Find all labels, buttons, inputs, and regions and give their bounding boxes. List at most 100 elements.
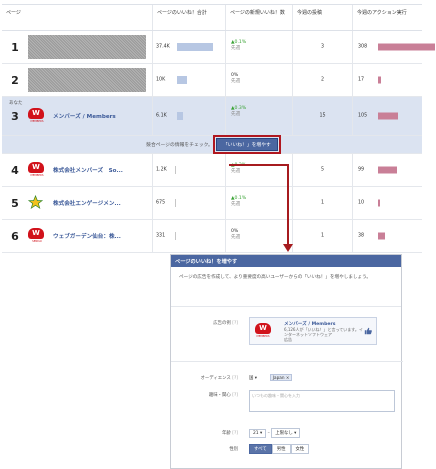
gender-label: 性別: [229, 447, 238, 452]
help-icon: [?]: [232, 393, 238, 398]
actions-value: 10: [358, 200, 365, 206]
page-cell: 2: [2, 64, 152, 96]
total-likes-value: 331: [156, 233, 166, 239]
dialog-description: ページの広告を作成して、より重要度の高いユーザーからの「いいね！」を増やしましょ…: [171, 267, 401, 307]
actions-cell: 308: [352, 31, 435, 63]
page-name-link[interactable]: 株式会社メンバーズ So...: [53, 166, 123, 174]
engagement-logo: [27, 194, 46, 211]
posts-value: 5: [320, 167, 325, 173]
members-logo: W SENDAI: [28, 228, 46, 244]
gender-female-button[interactable]: 女性: [290, 444, 310, 454]
callout-arrow-line: [229, 164, 289, 166]
table-row[interactable]: 5 株式会社エンゲージメン... 675 ▲0.1% 先週 1 10: [2, 187, 422, 220]
new-likes-delta: 0% 先週: [231, 229, 241, 240]
header-posts: 今週の投稿: [292, 5, 352, 30]
table-header: ページ ページのいいね！合計 ページの新規いいね！数 今週の投稿 今週のアクショ…: [2, 5, 422, 31]
gender-male-button[interactable]: 男性: [271, 444, 291, 454]
total-likes-value: 6.1K: [156, 113, 167, 119]
rank-number: 4: [11, 163, 19, 177]
callout-arrow-line: [287, 166, 289, 246]
actions-value: 105: [358, 113, 368, 119]
help-icon: [?]: [232, 321, 238, 326]
rank-number: 3: [11, 109, 19, 123]
actions-cell: 38: [352, 220, 422, 252]
new-likes-delta: ▲0.1% 先週: [231, 40, 247, 51]
total-likes-bar: [177, 76, 187, 84]
country-chip[interactable]: Japan ×: [269, 374, 293, 381]
age-from-select[interactable]: 21 ▾: [249, 429, 267, 438]
callout-arrow-head: [283, 244, 293, 252]
new-likes-cell: ▲0.2%先週: [225, 154, 292, 186]
actions-cell: 17: [352, 64, 422, 96]
actions-cell: 10: [352, 187, 422, 219]
members-logo: W MEMBERS: [28, 162, 46, 178]
total-likes-value: 37.4K: [156, 44, 170, 50]
gender-all-button[interactable]: すべて: [249, 444, 272, 454]
actions-cell: 99: [352, 154, 422, 186]
new-likes-cell: 0% 先週: [225, 220, 292, 252]
interest-label: 趣味・関心 [?]: [208, 393, 238, 398]
redacted-page-image: [28, 68, 146, 92]
ad-label: 広告の例 [?]: [213, 321, 238, 326]
total-likes-bar: [175, 199, 176, 207]
actions-bar: [378, 166, 397, 174]
total-likes-cell: 675: [152, 187, 225, 219]
rank-number: 6: [11, 229, 19, 243]
new-likes-delta: ▲0.3% 先週: [231, 106, 247, 117]
page-name-link[interactable]: 株式会社エンゲージメン...: [53, 199, 121, 207]
total-likes-cell: 331: [152, 220, 225, 252]
interest-input[interactable]: いつもの趣味・関心を入力: [249, 390, 395, 412]
posts-value: 3: [320, 44, 325, 50]
page-cell: 1: [2, 31, 152, 63]
actions-bar: [378, 43, 435, 51]
new-likes-cell: ▲0.1% 先週: [225, 31, 292, 63]
boost-likes-button[interactable]: 「いいね！」を増やす: [212, 135, 281, 154]
boost-likes-dialog: ページのいいね！を増やす ページの広告を作成して、より重要度の高いユーザーからの…: [170, 254, 403, 469]
total-likes-cell: 6.1K: [152, 97, 225, 135]
total-likes-value: 675: [156, 200, 166, 206]
total-likes-value: 10K: [156, 77, 166, 83]
age-to-select[interactable]: 上限なし ▾: [271, 428, 301, 438]
help-icon: [?]: [232, 376, 238, 381]
page-cell: 5 株式会社エンゲージメン...: [2, 187, 152, 219]
total-likes-bar: [177, 43, 213, 51]
rank-number: 1: [11, 40, 19, 54]
page-cell: あなた 3 W MEMBERS メンバーズ / Members: [2, 97, 152, 135]
page-cell: 4 W MEMBERS 株式会社メンバーズ So...: [2, 154, 152, 186]
total-likes-value: 1.2K: [156, 167, 167, 173]
table-row[interactable]: あなた 3 W MEMBERS メンバーズ / Members 6.1K ▲0.3% 先週 15…: [2, 97, 422, 136]
posts-value: 15: [319, 113, 326, 119]
thumbs-up-icon[interactable]: [364, 327, 372, 335]
help-icon: [?]: [232, 431, 238, 436]
members-logo: W MEMBERS: [28, 108, 46, 124]
table-row[interactable]: 2 10K 0% 先週 2 17: [2, 64, 422, 97]
actions-bar: [378, 199, 380, 207]
posts-cell: 1: [292, 220, 352, 252]
page-name-link[interactable]: メンバーズ / Members: [53, 112, 116, 120]
promo-text: 競合ページの情報をチェック。: [146, 143, 213, 148]
you-label: あなた: [9, 101, 23, 106]
table-row[interactable]: 1 37.4K ▲0.1% 先週 3 308: [2, 31, 435, 64]
header-actions: 今週のアクション実行: [352, 5, 422, 30]
posts-cell: 3: [292, 31, 352, 63]
actions-bar: [378, 232, 385, 240]
posts-cell: 15: [292, 97, 352, 135]
actions-value: 308: [358, 44, 368, 50]
table-row[interactable]: 4 WMEMBERS 株式会社メンバーズ So... 1.2K ▲0.2%先週 5 99: [2, 154, 422, 187]
country-select[interactable]: 国 ▾: [249, 375, 257, 381]
table-row[interactable]: 6 W SENDAI ウェブガーデン仙台：株... 331 0% 先週 1 38: [2, 220, 422, 253]
new-likes-delta: 0% 先週: [231, 73, 241, 84]
total-likes-cell: 37.4K: [152, 31, 225, 63]
posts-value: 1: [320, 233, 325, 239]
total-likes-bar: [177, 112, 183, 120]
page-name-link[interactable]: ウェブガーデン仙台：株...: [53, 232, 121, 240]
promo-strip: 競合ページの情報をチェック。 「いいね！」を増やす: [2, 135, 422, 154]
posts-cell: 5: [292, 154, 352, 186]
page-root: ページ ページのいいね！合計 ページの新規いいね！数 今週の投稿 今週のアクショ…: [0, 0, 436, 469]
competitor-table: ページ ページのいいね！合計 ページの新規いいね！数 今週の投稿 今週のアクショ…: [2, 4, 435, 253]
posts-cell: 2: [292, 64, 352, 96]
posts-value: 1: [320, 200, 325, 206]
total-likes-cell: 10K: [152, 64, 225, 96]
age-label: 年齢 [?]: [222, 431, 238, 436]
new-likes-delta: ▲0.1% 先週: [231, 196, 247, 207]
